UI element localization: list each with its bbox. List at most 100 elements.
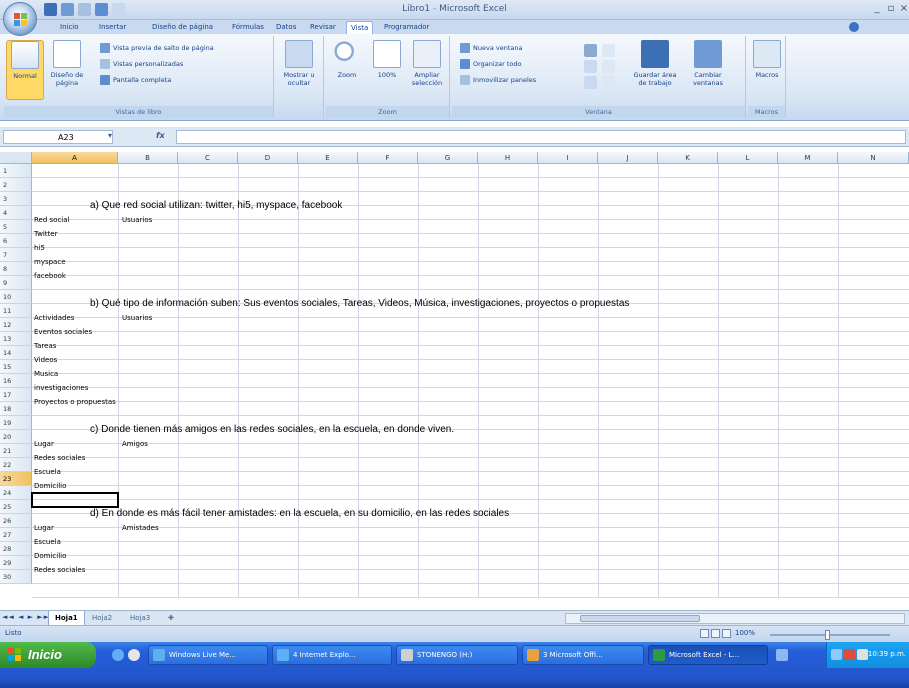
task-windows-live[interactable]: Windows Live Me... <box>148 645 268 665</box>
row-header-16[interactable]: 16 <box>0 374 32 388</box>
column-header-m[interactable]: M <box>778 152 838 164</box>
tab-revisar[interactable]: Revisar <box>306 21 340 34</box>
custom-views-button[interactable]: Vistas personalizadas <box>100 58 183 71</box>
row-header-29[interactable]: 29 <box>0 556 32 570</box>
column-header-c[interactable]: C <box>178 152 238 164</box>
tab-inicio[interactable]: Inicio <box>56 21 83 34</box>
row-header-19[interactable]: 19 <box>0 416 32 430</box>
maximize-icon[interactable]: ▫ <box>884 2 898 15</box>
show-hide-button[interactable]: Mostrar u ocultar <box>280 40 318 87</box>
row-header-18[interactable]: 18 <box>0 402 32 416</box>
task-microsoft-excel[interactable]: Microsoft Excel - L... <box>648 645 768 665</box>
sync-scroll-icon[interactable] <box>602 60 615 73</box>
row-header-4[interactable]: 4 <box>0 206 32 220</box>
zoom-to-selection-button[interactable]: Ampliar selección <box>408 40 446 87</box>
split-icon[interactable] <box>584 44 597 57</box>
row-header-8[interactable]: 8 <box>0 262 32 276</box>
internet-explorer-icon[interactable] <box>112 649 124 661</box>
row-header-9[interactable]: 9 <box>0 276 32 290</box>
row-header-17[interactable]: 17 <box>0 388 32 402</box>
taskbar-scroll-icon[interactable] <box>776 649 788 661</box>
dropdown-icon[interactable]: ▾ <box>108 131 112 140</box>
row-header-23[interactable]: 23 <box>0 472 32 486</box>
task-microsoft-office[interactable]: 3 Microsoft Offi... <box>522 645 644 665</box>
sheet-tab-hoja2[interactable]: Hoja2 <box>86 611 118 625</box>
help-icon[interactable] <box>849 22 859 32</box>
active-cell-a23[interactable] <box>31 492 119 508</box>
column-header-f[interactable]: F <box>358 152 418 164</box>
start-button[interactable]: Inicio <box>0 642 96 668</box>
tab-programador[interactable]: Programador <box>380 21 433 34</box>
column-header-d[interactable]: D <box>238 152 298 164</box>
cell-area[interactable]: a) Que red social utilizan: twitter, hi5… <box>31 164 909 598</box>
column-header-n[interactable]: N <box>838 152 909 164</box>
column-header-k[interactable]: K <box>658 152 718 164</box>
row-header-14[interactable]: 14 <box>0 346 32 360</box>
zoom-100-button[interactable]: 100% <box>368 40 406 79</box>
macros-button[interactable]: Macros <box>748 40 786 79</box>
new-window-button[interactable]: Nueva ventana <box>460 42 522 55</box>
reset-window-icon[interactable] <box>602 76 615 89</box>
page-break-preview-button[interactable]: Vista previa de salto de página <box>100 42 214 55</box>
row-header-26[interactable]: 26 <box>0 514 32 528</box>
full-screen-button[interactable]: Pantalla completa <box>100 74 171 87</box>
office-button[interactable] <box>3 2 37 36</box>
row-header-21[interactable]: 21 <box>0 444 32 458</box>
security-icon[interactable] <box>844 649 855 660</box>
select-all-corner[interactable] <box>0 152 32 164</box>
column-header-i[interactable]: I <box>538 152 598 164</box>
row-header-2[interactable]: 2 <box>0 178 32 192</box>
zoom-button[interactable]: Zoom <box>328 40 366 79</box>
insert-sheet-icon[interactable]: ✚ <box>162 611 180 625</box>
row-header-11[interactable]: 11 <box>0 304 32 318</box>
save-workspace-button[interactable]: Guardar área de trabajo <box>630 40 680 87</box>
normal-view-shortcut-icon[interactable] <box>700 629 709 638</box>
row-header-10[interactable]: 10 <box>0 290 32 304</box>
row-header-7[interactable]: 7 <box>0 248 32 262</box>
row-header-30[interactable]: 30 <box>0 570 32 584</box>
row-header-22[interactable]: 22 <box>0 458 32 472</box>
column-header-h[interactable]: H <box>478 152 538 164</box>
horizontal-scrollbar[interactable] <box>565 613 905 624</box>
name-box[interactable]: A23 <box>3 130 113 144</box>
row-header-6[interactable]: 6 <box>0 234 32 248</box>
close-icon[interactable]: × <box>897 2 909 15</box>
row-header-24[interactable]: 24 <box>0 486 32 500</box>
insert-function-icon[interactable]: fx <box>156 131 165 140</box>
row-header-27[interactable]: 27 <box>0 528 32 542</box>
row-header-3[interactable]: 3 <box>0 192 32 206</box>
arrange-all-button[interactable]: Organizar todo <box>460 58 521 71</box>
page-layout-button[interactable]: Diseño de página <box>48 40 86 87</box>
tab-insertar[interactable]: Insertar <box>95 21 130 34</box>
minimize-icon[interactable]: _ <box>870 2 884 15</box>
column-header-g[interactable]: G <box>418 152 478 164</box>
sheet-tab-hoja3[interactable]: Hoja3 <box>124 611 156 625</box>
row-header-28[interactable]: 28 <box>0 542 32 556</box>
zoom-slider[interactable] <box>770 630 890 640</box>
column-header-l[interactable]: L <box>718 152 778 164</box>
row-header-1[interactable]: 1 <box>0 164 32 178</box>
column-header-a[interactable]: A <box>32 152 118 164</box>
column-header-e[interactable]: E <box>298 152 358 164</box>
zoom-slider-knob[interactable] <box>825 630 830 640</box>
show-desktop-icon[interactable] <box>128 649 140 661</box>
tab-diseno-pagina[interactable]: Diseño de página <box>148 21 217 34</box>
view-side-by-side-icon[interactable] <box>602 44 615 57</box>
volume-icon[interactable] <box>857 649 868 660</box>
zoom-level[interactable]: 100% <box>735 629 755 637</box>
sheet-tab-hoja1[interactable]: Hoja1 <box>48 611 85 625</box>
row-header-25[interactable]: 25 <box>0 500 32 514</box>
switch-windows-button[interactable]: Cambiar ventanas <box>684 40 732 87</box>
formula-input[interactable] <box>176 130 906 144</box>
row-header-12[interactable]: 12 <box>0 318 32 332</box>
sheet-nav-arrows-icon[interactable]: ◄◄ ◄ ► ►► <box>2 613 50 621</box>
page-break-shortcut-icon[interactable] <box>722 629 731 638</box>
network-icon[interactable] <box>831 649 842 660</box>
row-header-5[interactable]: 5 <box>0 220 32 234</box>
row-header-20[interactable]: 20 <box>0 430 32 444</box>
row-header-15[interactable]: 15 <box>0 360 32 374</box>
tab-vista[interactable]: Vista <box>346 21 374 34</box>
hide-window-icon[interactable] <box>584 60 597 73</box>
row-header-13[interactable]: 13 <box>0 332 32 346</box>
column-header-j[interactable]: J <box>598 152 658 164</box>
